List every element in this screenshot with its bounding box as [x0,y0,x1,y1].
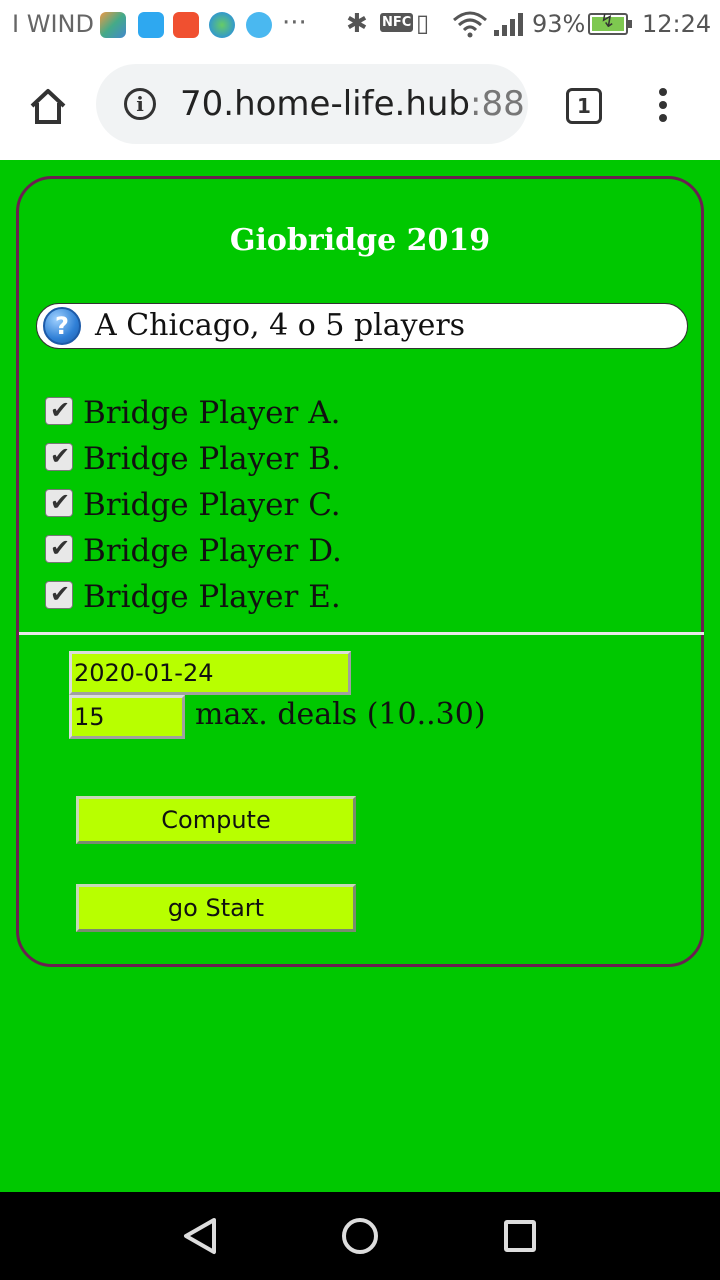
divider [19,632,704,635]
recents-icon[interactable] [504,1220,536,1252]
app-icon [100,12,126,38]
more-icon: ··· [282,8,307,38]
compute-button[interactable]: Compute [76,796,356,844]
main-panel: Giobridge 2019 ? A Chicago, 4 o 5 player… [16,176,704,967]
go-start-button[interactable]: go Start [76,884,356,932]
shop-icon [173,12,199,38]
address-bar[interactable]: i 70.home-life.hub:88 [96,64,528,144]
mode-select[interactable]: ? A Chicago, 4 o 5 players [36,303,688,349]
navigation-bar [0,1192,720,1280]
help-icon[interactable]: ? [43,307,81,345]
clock: 12:24 [642,10,712,38]
back-icon[interactable] [182,1216,218,1256]
home-icon[interactable] [26,84,70,128]
date-field[interactable]: 2020-01-24 [69,651,351,695]
battery-percent: 93% [532,10,586,38]
signal-icon [494,13,523,36]
nfc-icon: NFC [380,13,414,32]
url-text[interactable]: 70.home-life.hub:88 [180,84,525,124]
tab-switcher-button[interactable]: 1 [566,88,602,124]
carrier-name: I WIND [12,10,94,38]
battery-charging-icon: ↯ [588,11,632,35]
wifi-icon [453,11,487,38]
max-deals-field[interactable]: 15 [69,695,185,739]
player-label: Bridge Player B. [83,441,341,477]
bluetooth-icon: ✱ [346,9,368,39]
player-label: Bridge Player D. [83,533,342,569]
vibrate-icon: ▯ [416,9,430,37]
player-checkbox[interactable] [45,396,73,425]
player-checkbox[interactable] [45,580,73,609]
bird-icon [246,12,272,38]
player-checkbox[interactable] [45,442,73,471]
info-icon[interactable]: i [124,88,156,120]
max-deals-label: max. deals (10..30) [195,697,486,732]
overflow-menu-icon[interactable] [656,88,670,128]
globe-icon [209,12,235,38]
home-nav-icon[interactable] [342,1218,378,1254]
browser-toolbar: i 70.home-life.hub:88 1 [0,50,720,160]
player-checkbox[interactable] [45,488,73,517]
player-label: Bridge Player A. [83,395,341,431]
player-checkbox[interactable] [45,534,73,563]
page-title: Giobridge 2019 [229,223,491,258]
usb-icon [138,12,164,38]
mode-select-label: A Chicago, 4 o 5 players [95,308,466,343]
player-label: Bridge Player E. [83,579,341,615]
status-bar: I WIND ··· ✱ NFC ▯ 93% ↯ 12:24 [0,0,720,50]
player-label: Bridge Player C. [83,487,341,523]
